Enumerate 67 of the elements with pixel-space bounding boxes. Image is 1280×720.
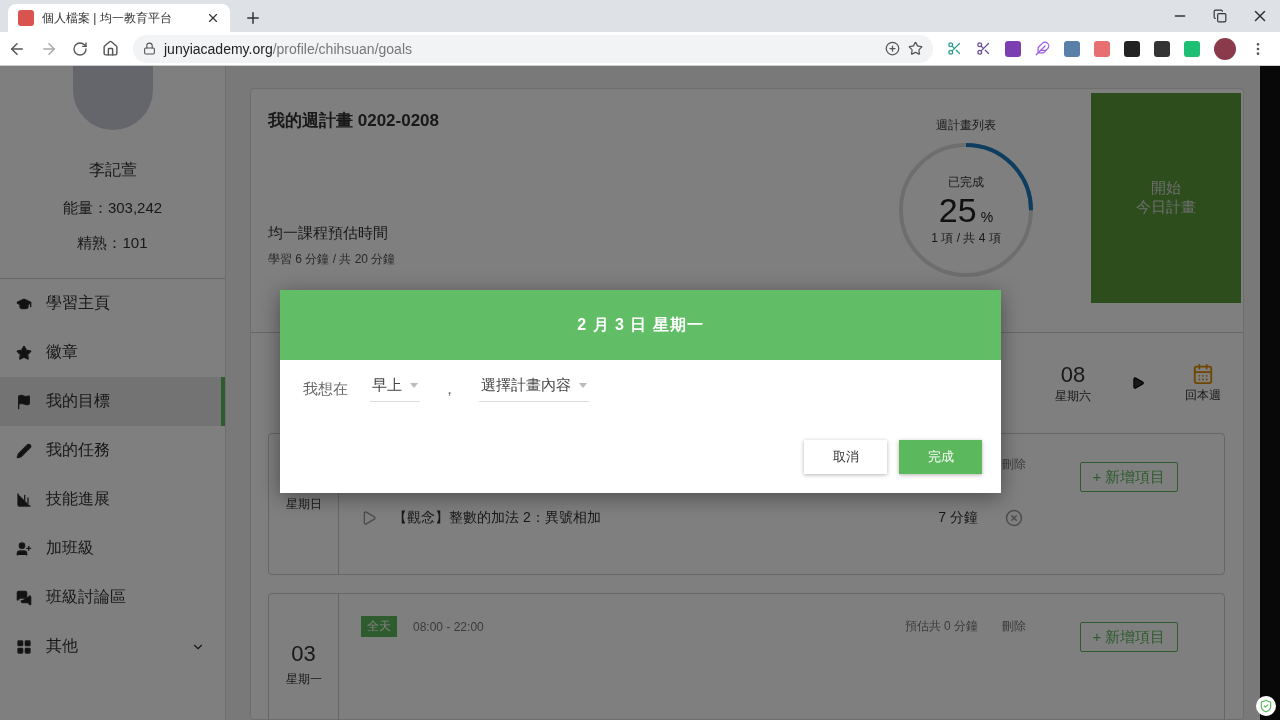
day-number: 08	[1060, 361, 1086, 388]
sidebar-item[interactable]: 我的任務	[0, 426, 225, 475]
next-week-icon[interactable]	[1131, 376, 1145, 390]
user-stat: 精熟：101	[77, 234, 148, 253]
site-logo-icon	[18, 10, 34, 26]
chat-icon	[16, 589, 32, 606]
estimate-total: 預估共 0 分鐘	[904, 619, 978, 633]
sidebar-item[interactable]: 學習主頁	[0, 279, 225, 328]
scissors-icon[interactable]	[947, 41, 962, 56]
sidebar-item[interactable]: 其他	[0, 622, 225, 671]
sidebar-item[interactable]: 加班級	[0, 524, 225, 573]
user-name: 李記萱	[88, 160, 137, 180]
weekday-label: 星期日	[285, 495, 322, 513]
progress-caption: 週計畫列表	[936, 117, 996, 134]
badge-icon	[16, 344, 32, 361]
sidebar-item[interactable]: 技能進展	[0, 475, 225, 524]
star-icon[interactable]	[908, 41, 923, 56]
flag-icon	[16, 393, 32, 410]
extension-icon[interactable]	[1094, 40, 1110, 57]
profile-avatar[interactable]	[1214, 37, 1236, 60]
weekday-label: 星期六	[1055, 387, 1091, 405]
address-bar[interactable]: junyiacademy.org/profile/chihsuan/goals	[133, 34, 933, 63]
separator: ，	[442, 379, 457, 399]
day-number: 03	[291, 640, 316, 667]
caret-icon	[410, 383, 418, 388]
grid-icon	[16, 638, 32, 655]
dialog-title: 2 月 3 日 星期一	[280, 290, 1001, 360]
lock-icon	[143, 42, 156, 55]
close-icon[interactable]	[206, 11, 220, 25]
sidebar-item[interactable]: 徽章	[0, 328, 225, 377]
pencil-icon	[16, 442, 32, 459]
cancel-button[interactable]: 取消	[804, 440, 887, 474]
reload-icon[interactable]	[72, 40, 88, 57]
progress-label: 已完成	[948, 173, 984, 191]
estimate-label: 均一課程預估時間	[268, 224, 389, 243]
time-select[interactable]: 早上	[370, 376, 420, 402]
dialog-prompt: 我想在	[303, 379, 348, 399]
scissors-icon[interactable]	[976, 41, 991, 56]
sidebar-item[interactable]: 班級討論區	[0, 573, 225, 622]
progress-percent: 25	[938, 190, 977, 230]
browser-tab[interactable]: 個人檔案 | 均一教育平台	[8, 4, 230, 32]
user-stat: 能量：303,242	[62, 199, 163, 218]
delete-header: 刪除	[1002, 456, 1026, 473]
done-button[interactable]: 完成	[899, 440, 982, 474]
delete-header: 刪除	[1002, 618, 1026, 635]
all-day-tag: 全天	[361, 616, 397, 637]
extension-icon[interactable]	[1064, 40, 1080, 57]
shield-icon[interactable]	[1256, 696, 1276, 716]
sidebar-item[interactable]: 我的目標	[0, 377, 225, 426]
add-circle-icon[interactable]	[885, 41, 900, 56]
lesson-title: 【觀念】整數的加法 2：異號相加	[393, 509, 602, 527]
caret-icon	[579, 383, 587, 388]
bar-chart-icon	[16, 491, 32, 508]
weekday-label: 星期一	[285, 670, 322, 688]
restore-icon[interactable]	[1213, 9, 1227, 23]
back-to-week-link[interactable]: 回本週	[1185, 386, 1221, 404]
progress-count: 1 項 / 共 4 項	[931, 229, 1001, 247]
feather-icon[interactable]	[1035, 41, 1050, 56]
lesson-minutes: 7 分鐘	[937, 509, 978, 527]
plan-select[interactable]: 選擇計畫內容	[479, 376, 589, 402]
percent-unit: %	[980, 208, 994, 225]
plan-title: 我的週計畫 0202-0208	[268, 110, 441, 132]
add-user-icon	[16, 540, 32, 557]
time-range: 08:00 - 22:00	[413, 619, 484, 634]
home-icon[interactable]	[102, 40, 119, 57]
new-tab-icon[interactable]	[244, 9, 262, 27]
estimate-detail: 學習 6 分鐘 / 共 20 分鐘	[268, 251, 397, 268]
